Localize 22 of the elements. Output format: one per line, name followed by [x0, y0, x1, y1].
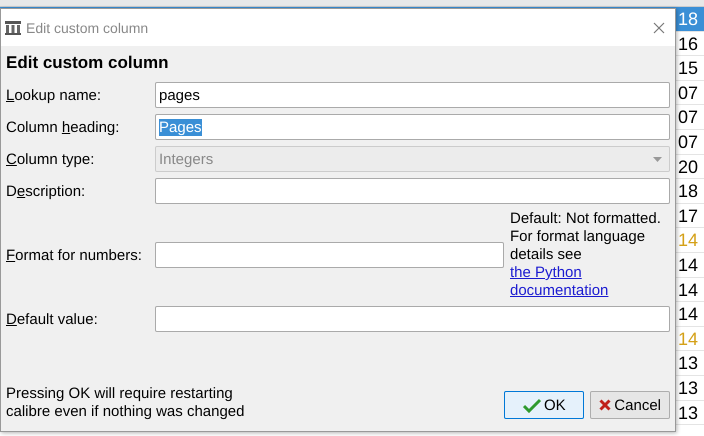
caret-icon [653, 156, 662, 162]
columns-icon [4, 20, 22, 36]
input-field[interactable]: pages [155, 82, 670, 108]
field-label: Column type: [6, 150, 96, 168]
cancel-button[interactable]: Cancel [590, 391, 670, 419]
field-label: Default value: [6, 310, 99, 328]
help-text: Default: Not formatted. For format language details see [510, 210, 661, 263]
field-label: Format for numbers: [6, 246, 143, 264]
window-title: Edit custom column [26, 20, 150, 36]
documentation-link[interactable]: the Python documentation [510, 264, 660, 300]
input-field[interactable] [155, 242, 504, 268]
dialog-heading: Edit custom column [6, 54, 170, 72]
ok-button[interactable]: OK [504, 391, 584, 419]
checkmark-icon [522, 398, 541, 412]
input-field[interactable] [155, 178, 670, 204]
field-label: Column heading: [6, 118, 120, 136]
close-icon [599, 399, 612, 411]
restart-note: Pressing OK will require restarting calibre even if nothing was changed [6, 385, 246, 421]
input-field[interactable] [155, 306, 670, 332]
field-label: Description: [6, 182, 86, 200]
close-icon[interactable] [653, 22, 665, 34]
field-label: Lookup name: [6, 86, 102, 104]
